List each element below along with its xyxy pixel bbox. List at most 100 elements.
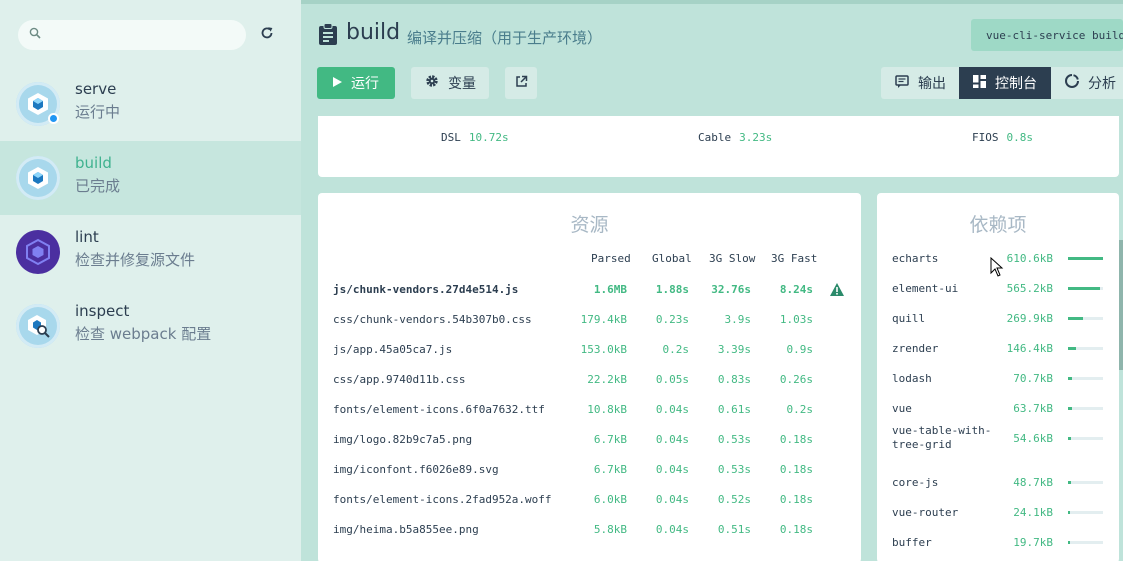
gear-icon [425, 74, 439, 92]
scrollbar[interactable] [1119, 240, 1123, 370]
dependency-size: 610.6kB [1006, 252, 1053, 265]
webpack-inspect-icon [16, 304, 60, 348]
output-label: 输出 [918, 76, 946, 92]
dependency-size-bar [1068, 257, 1103, 260]
dependency-name: vue-table-with-tree-grid [892, 424, 992, 451]
task-name: build [75, 154, 112, 172]
dependency-size-bar-track [1068, 511, 1103, 514]
dashboard-tab-button[interactable]: 控制台 [959, 67, 1051, 99]
task-item-lint[interactable]: lint 检查并修复源文件 [0, 215, 301, 289]
asset-filename: fonts/element-icons.6f0a7632.ttf [333, 403, 545, 416]
asset-filename: img/heima.b5a855ee.png [333, 523, 479, 536]
task-status: 检查并修复源文件 [75, 251, 196, 269]
run-button[interactable]: 运行 [317, 67, 395, 99]
asset-row: fonts/element-icons.2fad952a.woff 6.0kB 0.… [318, 493, 861, 523]
speed-stat-value: 3.23s [739, 131, 773, 144]
asset-fast: 0.18s [779, 433, 813, 446]
warning-icon [830, 283, 844, 299]
asset-global: 0.04s [655, 463, 689, 476]
asset-parsed: 5.8kB [593, 523, 627, 536]
task-status: 已完成 [75, 177, 121, 195]
eslint-icon [16, 230, 60, 274]
play-icon [333, 75, 342, 91]
dependency-size-bar [1068, 511, 1070, 514]
message-icon [895, 74, 909, 92]
asset-parsed: 153.0kB [580, 343, 627, 356]
asset-slow: 0.52s [717, 493, 751, 506]
speed-stat-label: DSL [441, 131, 461, 144]
assets-card: 资源 Parsed Global 3G Slow 3G Fast js/chun… [318, 193, 861, 561]
dependency-name: vue-router [892, 506, 959, 519]
dependency-size-bar [1068, 287, 1100, 290]
asset-global: 0.04s [655, 403, 689, 416]
asset-global: 0.04s [655, 493, 689, 506]
speed-stat-label: Cable [698, 131, 732, 144]
dependency-size-bar-track [1068, 287, 1103, 290]
dependency-size: 54.6kB [1013, 432, 1053, 445]
dependency-size-bar-track [1068, 317, 1103, 320]
speed-stat-cable: Cable 3.23s [698, 131, 772, 144]
dashboard-icon [973, 74, 986, 92]
clipboard-icon [318, 23, 338, 49]
dependency-name: vue [892, 402, 912, 415]
speed-stat-fios: FIOS 0.8s [972, 131, 1033, 144]
asset-filename: img/iconfont.f6026e89.svg [333, 463, 499, 476]
asset-row: fonts/element-icons.6f0a7632.ttf 10.8kB 0.… [318, 403, 861, 433]
asset-parsed: 6.0kB [593, 493, 627, 506]
asset-fast: 8.24s [779, 283, 813, 296]
running-status-dot [48, 113, 59, 124]
dependency-size-bar [1068, 541, 1070, 544]
asset-fast: 1.03s [779, 313, 813, 326]
asset-row: css/chunk-vendors.54b307b0.css 179.4kB 0.2… [318, 313, 861, 343]
speed-stat-dsl: DSL 10.72s [441, 131, 509, 144]
speed-stat-value: 0.8s [1006, 131, 1034, 144]
dependency-name: lodash [892, 372, 932, 385]
dependency-size-bar [1068, 407, 1072, 410]
output-tab-button[interactable]: 输出 [881, 67, 959, 99]
refresh-icon[interactable] [260, 25, 274, 44]
col-header-parsed: Parsed [591, 252, 631, 265]
dependency-size-bar-track [1068, 437, 1103, 440]
asset-row: js/app.45a05ca7.js 153.0kB 0.2s 3.39s 0.9s [318, 343, 861, 373]
analyzer-tab-button[interactable]: 分析 [1051, 67, 1123, 99]
asset-filename: fonts/element-icons.2fad952a.woff [333, 493, 552, 506]
asset-row: js/chunk-vendors.27d4e514.js 1.6MB 1.88s 32… [318, 283, 861, 313]
asset-global: 0.23s [655, 313, 689, 326]
asset-slow: 0.61s [717, 403, 751, 416]
asset-fast: 0.18s [779, 523, 813, 536]
asset-row: img/iconfont.f6026e89.svg 6.7kB 0.04s 0.53s… [318, 463, 861, 493]
variables-button[interactable]: 变量 [411, 67, 489, 99]
asset-row: css/app.9740d11b.css 22.2kB 0.05s 0.83s 0.26… [318, 373, 861, 403]
dependency-size-bar-track [1068, 407, 1103, 410]
asset-slow: 3.39s [717, 343, 751, 356]
asset-fast: 0.18s [779, 463, 813, 476]
open-in-new-button[interactable] [505, 67, 537, 99]
speed-stats-card: DSL 10.72s Cable 3.23s FIOS 0.8s [318, 116, 1119, 177]
task-status: 检查 webpack 配置 [75, 325, 212, 343]
asset-filename: js/chunk-vendors.27d4e514.js [333, 283, 519, 296]
asset-row: img/heima.b5a855ee.png 5.8kB 0.04s 0.51s 0.1… [318, 523, 861, 553]
task-item-serve[interactable]: serve 运行中 [0, 67, 301, 141]
dependency-size-bar-track [1068, 541, 1103, 544]
asset-global: 0.05s [655, 373, 689, 386]
col-header-3g-fast: 3G Fast [771, 252, 818, 265]
dependency-size: 63.7kB [1013, 402, 1053, 415]
dependency-name: echarts [892, 252, 939, 265]
asset-slow: 0.51s [717, 523, 751, 536]
asset-parsed: 22.2kB [587, 373, 627, 386]
speed-stat-label: FIOS [972, 131, 999, 144]
asset-filename: css/chunk-vendors.54b307b0.css [333, 313, 532, 326]
asset-parsed: 6.7kB [593, 433, 627, 446]
variables-label: 变量 [448, 76, 476, 92]
task-item-inspect[interactable]: inspect 检查 webpack 配置 [0, 289, 301, 363]
asset-fast: 0.9s [786, 343, 814, 356]
dependency-size: 146.4kB [1006, 342, 1053, 355]
asset-global: 0.04s [655, 523, 689, 536]
task-item-build[interactable]: build 已完成 [0, 141, 301, 215]
dependency-name: quill [892, 312, 926, 325]
task-search-input[interactable] [18, 20, 246, 50]
dependency-size-bar [1068, 481, 1071, 484]
dependency-size-bar [1068, 437, 1071, 440]
asset-parsed: 1.6MB [593, 283, 627, 296]
dependencies-card: 依赖项 echarts 610.6kB element-ui 565.2kB quill… [877, 193, 1119, 561]
